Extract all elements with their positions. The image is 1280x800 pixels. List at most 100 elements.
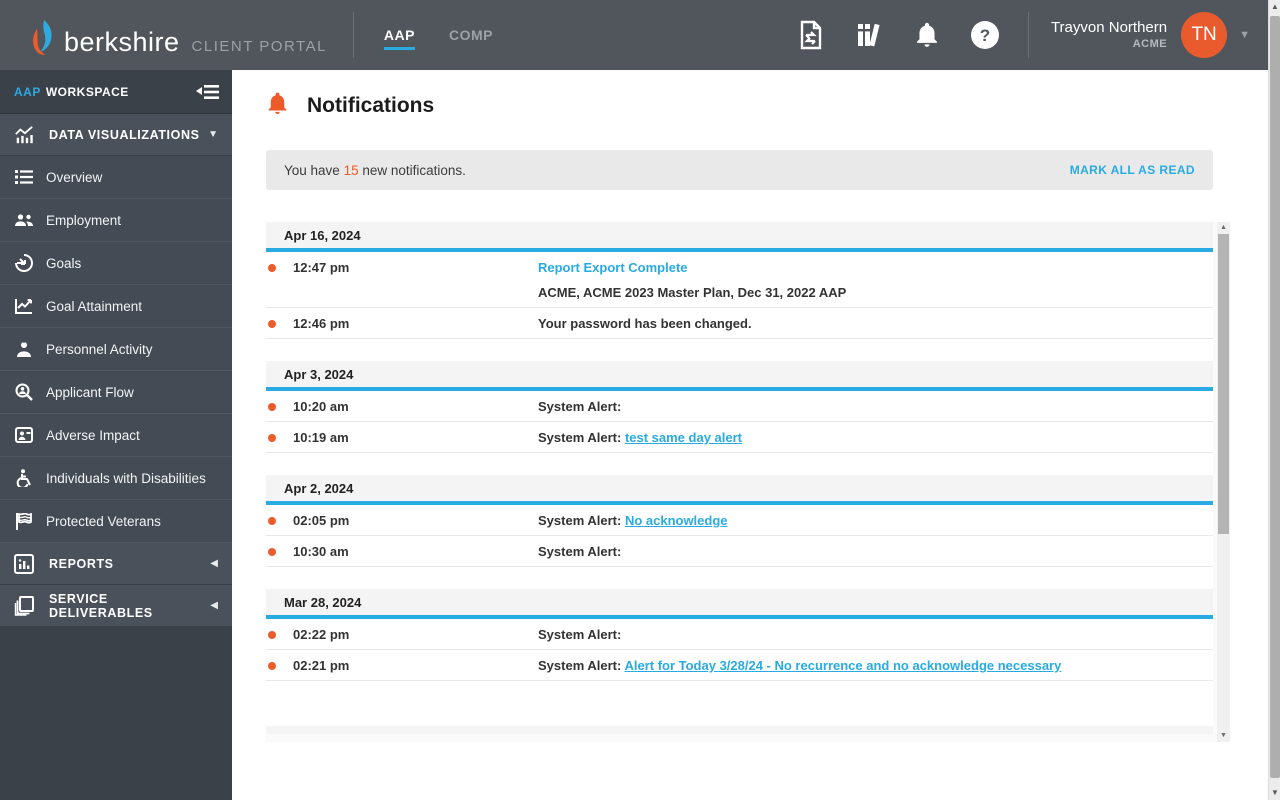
section-label: REPORTS xyxy=(49,556,114,571)
unread-dot-icon xyxy=(268,320,276,328)
list-scrollbar[interactable]: ▲ ▼ xyxy=(1217,222,1230,742)
notification-row[interactable]: 10:20 am System Alert: xyxy=(266,391,1213,422)
main-content: Notifications You have 15 new notificati… xyxy=(232,70,1268,800)
berkshire-logo-icon xyxy=(28,19,58,62)
group-date-header: Apr 2, 2024 xyxy=(266,475,1213,505)
sidebar-item-label: Goal Attainment xyxy=(46,298,143,314)
scrollbar-thumb[interactable] xyxy=(1218,234,1229,534)
sidebar-item-employment[interactable]: Employment xyxy=(0,199,232,242)
notification-count-banner: You have 15 new notifications. MARK ALL … xyxy=(266,150,1213,190)
sidebar-item-label: Individuals with Disabilities xyxy=(46,470,206,486)
notification-group: Apr 2, 2024 02:05 pm System Alert: No ac… xyxy=(266,475,1213,567)
notification-content: System Alert: Alert for Today 3/28/24 - … xyxy=(538,658,1062,673)
sidebar-item-label: Applicant Flow xyxy=(46,384,134,400)
header-divider xyxy=(1027,12,1029,58)
notification-link[interactable]: Alert for Today 3/28/24 - No recurrence … xyxy=(624,658,1061,673)
sidebar-item-goal-attainment[interactable]: Goal Attainment xyxy=(0,285,232,328)
notification-row[interactable]: 02:21 pm System Alert: Alert for Today 3… xyxy=(266,650,1213,681)
scroll-down-icon[interactable]: ▼ xyxy=(1269,786,1280,800)
person-search-icon xyxy=(14,382,34,402)
notification-row[interactable]: 12:47 pm Report Export Complete ACME, AC… xyxy=(266,252,1213,308)
svg-text:?: ? xyxy=(980,26,990,45)
unread-dot-icon xyxy=(268,548,276,556)
notification-row[interactable]: 12:46 pm Your password has been changed. xyxy=(266,308,1213,339)
notifications-bell-icon[interactable] xyxy=(910,18,944,52)
sidebar: AAP WORKSPACE DATA VISUALIZATIONS ▼ Over… xyxy=(0,70,232,800)
section-label: SERVICE DELIVERABLES xyxy=(49,591,153,620)
user-menu-caret-icon[interactable]: ▼ xyxy=(1239,29,1250,41)
user-info[interactable]: Trayvon Northern ACME xyxy=(1051,18,1167,52)
notification-row[interactable]: 10:19 am System Alert: test same day ale… xyxy=(266,422,1213,453)
chevron-left-icon: ◀ xyxy=(210,558,218,569)
person-star-icon xyxy=(14,339,34,359)
scroll-up-icon[interactable]: ▲ xyxy=(1217,222,1230,234)
sidebar-collapse-icon[interactable] xyxy=(196,84,220,100)
sidebar-item-applicant-flow[interactable]: Applicant Flow xyxy=(0,371,232,414)
notification-time: 12:47 pm xyxy=(293,260,350,275)
notification-time: 02:05 pm xyxy=(293,513,350,528)
sidebar-item-adverse-impact[interactable]: Adverse Impact xyxy=(0,414,232,457)
header-divider xyxy=(352,12,354,58)
sidebar-section-reports[interactable]: REPORTS ◀ xyxy=(0,543,232,585)
group-date: Apr 16, 2024 xyxy=(284,227,361,243)
page-title: Notifications xyxy=(307,94,435,117)
mark-all-as-read-button[interactable]: MARK ALL AS READ xyxy=(1070,163,1195,177)
notification-link[interactable]: Report Export Complete xyxy=(538,260,688,275)
notification-link[interactable]: test same day alert xyxy=(625,430,742,445)
group-date-header: Mar 28, 2024 xyxy=(266,589,1213,619)
scrollbar-thumb[interactable] xyxy=(1270,16,1280,778)
sidebar-item-goals[interactable]: Goals xyxy=(0,242,232,285)
chevron-left-icon: ◀ xyxy=(210,600,218,611)
list-icon xyxy=(14,167,34,187)
chart-icon xyxy=(14,125,34,145)
notification-content: Report Export Complete ACME, ACME 2023 M… xyxy=(538,260,846,300)
library-icon[interactable] xyxy=(852,18,886,52)
people-icon xyxy=(14,210,34,230)
sidebar-item-label: Goals xyxy=(46,255,82,271)
brand-logo[interactable]: berkshire CLIENT PORTAL xyxy=(0,13,327,58)
sidebar-item-label: Employment xyxy=(46,212,122,228)
group-date: Mar 28, 2024 xyxy=(284,594,362,610)
wheelchair-icon xyxy=(14,468,34,488)
banner-text: You have 15 new notifications. xyxy=(284,162,466,178)
sidebar-item-personnel-activity[interactable]: Personnel Activity xyxy=(0,328,232,371)
notification-row[interactable]: 10:30 am System Alert: xyxy=(266,536,1213,567)
notification-row[interactable]: 02:22 pm System Alert: xyxy=(266,619,1213,650)
notification-content: System Alert: test same day alert xyxy=(538,430,743,445)
user-name: Trayvon Northern xyxy=(1050,19,1168,36)
unread-dot-icon xyxy=(268,434,276,442)
workspace-header: AAP WORKSPACE xyxy=(0,70,232,114)
sidebar-section-service-deliverables[interactable]: SERVICE DELIVERABLES ◀ xyxy=(0,585,232,627)
notification-text: Your password has been changed. xyxy=(538,316,752,331)
sidebar-item-individuals-with-disabilities[interactable]: Individuals with Disabilities xyxy=(0,457,232,500)
notification-row[interactable]: 02:05 pm System Alert: No acknowledge xyxy=(266,505,1213,536)
flag-icon xyxy=(14,511,34,531)
new-count: 15 xyxy=(343,162,359,178)
scroll-down-icon[interactable]: ▼ xyxy=(1217,730,1230,742)
help-icon[interactable]: ? xyxy=(968,18,1002,52)
portal-tabs: AAP COMP xyxy=(383,0,493,70)
person-card-icon xyxy=(14,425,34,445)
unread-dot-icon xyxy=(268,517,276,525)
sidebar-item-protected-veterans[interactable]: Protected Veterans xyxy=(0,500,232,543)
avatar[interactable]: TN xyxy=(1181,12,1228,58)
scroll-up-icon[interactable]: ▲ xyxy=(1269,0,1280,14)
sidebar-section-data-visualizations[interactable]: DATA VISUALIZATIONS ▼ xyxy=(0,114,232,156)
portal-label: CLIENT PORTAL xyxy=(191,37,327,55)
notification-link[interactable]: No acknowledge xyxy=(625,513,728,528)
page-scrollbar[interactable]: ▲ ▼ xyxy=(1268,0,1280,800)
report-export-icon[interactable] xyxy=(794,18,828,52)
notification-content: System Alert: No acknowledge xyxy=(538,513,728,528)
tab-aap[interactable]: AAP xyxy=(383,0,416,70)
tab-comp[interactable]: COMP xyxy=(449,0,493,70)
notification-time: 02:21 pm xyxy=(293,658,350,673)
workspace-prefix: AAP xyxy=(14,84,41,99)
notifications-bell-title-icon xyxy=(266,90,289,122)
notification-time: 10:30 am xyxy=(293,544,349,559)
workspace-label: WORKSPACE xyxy=(45,84,129,99)
sidebar-item-label: Overview xyxy=(46,169,103,185)
sidebar-item-label: Adverse Impact xyxy=(46,427,140,443)
notification-text: System Alert: xyxy=(538,627,622,642)
group-date: Apr 3, 2024 xyxy=(284,366,354,382)
sidebar-item-overview[interactable]: Overview xyxy=(0,156,232,199)
